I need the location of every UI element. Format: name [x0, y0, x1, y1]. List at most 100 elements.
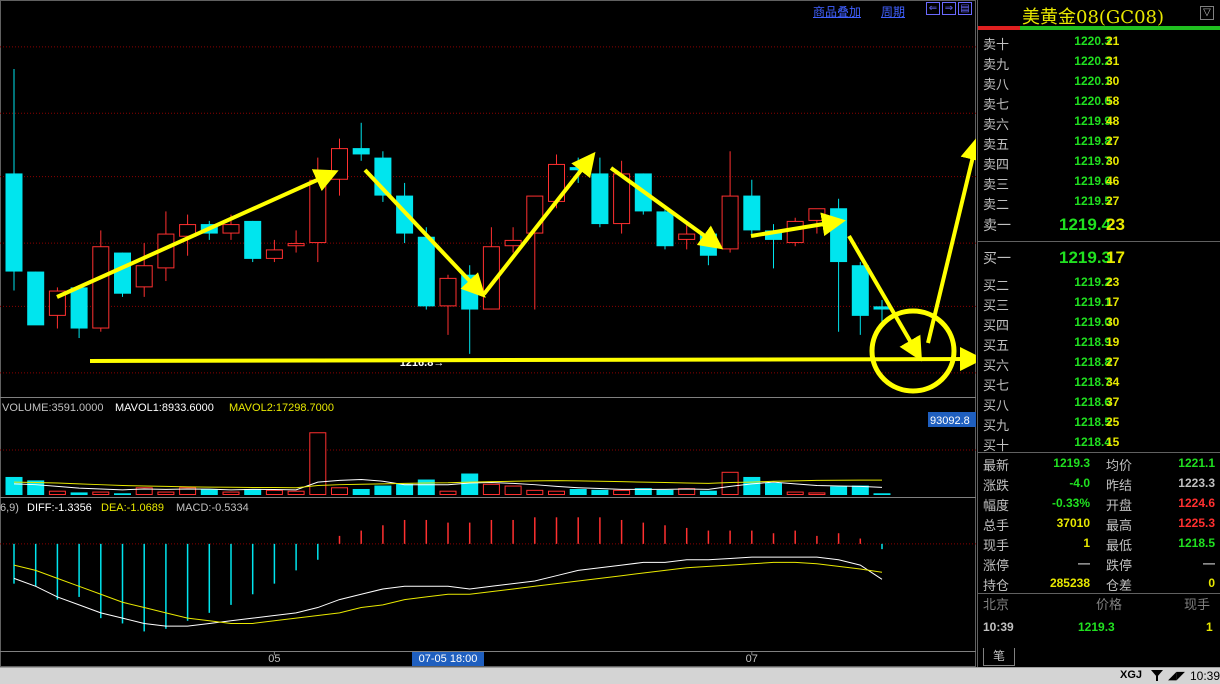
- candle-body: [439, 277, 457, 307]
- stat-value: 285238: [1049, 576, 1090, 590]
- status-bar: XGJ ◢◤ 10:39: [0, 667, 1220, 684]
- bid-level-row-qty: 30: [1106, 315, 1120, 329]
- stat-value: 1225.3: [1178, 516, 1215, 530]
- stat-label: 涨跌: [983, 478, 1010, 493]
- volume-bar: [808, 492, 826, 496]
- dea-label: DEA:-1.0689: [101, 502, 164, 514]
- volume-bar: [656, 489, 674, 495]
- stat-value: -0.33%: [1051, 496, 1090, 510]
- clock: 10:39: [1190, 669, 1220, 683]
- candle-body: [222, 224, 240, 234]
- bid-level-row-label: 买七: [983, 378, 1010, 393]
- period-link[interactable]: 周期: [881, 3, 905, 20]
- stat-label: 最新: [983, 458, 1010, 473]
- x-tick-label: 07: [746, 653, 758, 665]
- trading-window: 1216.8→ VOLUME:3591.0000 MAVOL1:8933.6000…: [0, 0, 1220, 684]
- stat-value: 1224.6: [1178, 496, 1215, 510]
- volume-bar: [114, 493, 131, 495]
- volume-bar: [439, 490, 457, 496]
- ask-level-row-qty: 21: [1106, 34, 1120, 48]
- stat-value: —: [1078, 556, 1090, 570]
- ask-level-row-label: 卖八: [983, 77, 1010, 92]
- stat-label: 持仓: [983, 578, 1010, 593]
- x-tick-label: 05: [268, 653, 280, 665]
- volume-label: VOLUME:3591.0000: [2, 402, 104, 414]
- stat-value: 1223.3: [1178, 476, 1215, 490]
- bid-level-row-qty: 37: [1106, 395, 1120, 409]
- tick-qty: 1: [1206, 620, 1213, 634]
- candle-body: [265, 249, 283, 259]
- volume-bar: [699, 490, 717, 495]
- ask-level-row-label: 卖四: [983, 157, 1010, 172]
- stat-label: 仓差: [1106, 578, 1133, 593]
- annotation-arrow: [56, 169, 339, 299]
- mavol2-label: MAVOL2:17298.7000: [229, 402, 334, 414]
- tick-price: 1219.3: [1078, 620, 1115, 634]
- volume-bar: [482, 483, 500, 495]
- network-icon: ◢◤: [1168, 670, 1185, 682]
- bid-level-row-price: 1219.3: [1059, 248, 1111, 267]
- volume-max-label: 93092.8: [930, 415, 970, 427]
- nav-left-button[interactable]: ⇐: [926, 2, 940, 15]
- bid-level-row-qty: 19: [1106, 335, 1120, 349]
- ask-level-row-qty: 48: [1106, 114, 1120, 128]
- volume-bar: [417, 479, 435, 495]
- tab-ticks[interactable]: 笔: [983, 648, 1015, 666]
- volume-bar: [786, 491, 804, 495]
- stat-label: 涨停: [983, 558, 1010, 573]
- stat-label: 均价: [1106, 458, 1133, 473]
- bid-level-row-qty: 25: [1106, 415, 1120, 429]
- bid-level-row-label: 买八: [983, 398, 1010, 413]
- bid-level-row-label: 买一: [983, 250, 1011, 266]
- nav-menu-button[interactable]: ▤: [958, 2, 972, 15]
- bid-level-row-label: 买三: [983, 298, 1010, 313]
- chart-frame: [0, 0, 976, 667]
- candle-body: [743, 195, 761, 231]
- tick-time: 10:39: [983, 620, 1014, 634]
- candle-body: [851, 265, 869, 316]
- volume-bar: [569, 488, 587, 495]
- stat-label: 跌停: [1106, 558, 1133, 573]
- quote-title-bar: 美黄金08(GC08) ▽: [978, 0, 1220, 28]
- dropdown-icon[interactable]: ▽: [1200, 6, 1214, 20]
- candle-body: [309, 179, 327, 244]
- nav-right-button[interactable]: ⇒: [942, 2, 956, 15]
- volume-bar: [873, 493, 891, 495]
- overlay-commodity-link[interactable]: 商品叠加: [813, 3, 861, 20]
- candle-body: [287, 243, 305, 247]
- candle-body: [417, 236, 435, 307]
- volume-bar: [743, 476, 761, 495]
- annotation-arrow: [89, 347, 976, 372]
- candle-body: [504, 239, 522, 247]
- annotation-arrow: [926, 136, 976, 344]
- candle-body: [591, 173, 609, 225]
- candle-body: [70, 287, 88, 329]
- volume-bar: [591, 489, 609, 495]
- volume-bar: [374, 485, 392, 495]
- diff-label: DIFF:-1.3356: [27, 502, 92, 514]
- volume-bar: [352, 488, 370, 495]
- ask-level-row-label: 卖七: [983, 97, 1010, 112]
- tick-header-place: 北京: [983, 597, 1010, 612]
- volume-bar: [48, 490, 66, 496]
- stat-value: 1221.1: [1178, 456, 1215, 470]
- x-tick-label: 07-05 18:00: [419, 653, 478, 665]
- ask-level-row-label: 卖一: [983, 217, 1011, 233]
- bid-level-row-label: 买六: [983, 358, 1010, 373]
- ask-level-row-qty: 30: [1106, 154, 1120, 168]
- volume-bar: [92, 491, 110, 495]
- orderbook-divider: [978, 241, 1220, 242]
- tick-header-qty: 现手: [1184, 597, 1211, 612]
- stat-label: 总手: [983, 518, 1010, 533]
- ask-level-row-price: 1219.4: [1059, 215, 1111, 234]
- stat-value: —: [1203, 556, 1215, 570]
- ask-level-row-label: 卖二: [983, 197, 1010, 212]
- volume-bar: [222, 491, 240, 495]
- candle-body: [352, 148, 370, 155]
- ask-level-row-qty: 30: [1106, 74, 1120, 88]
- volume-bar: [200, 488, 218, 495]
- stat-value: 0: [1208, 576, 1215, 590]
- candle-body: [244, 220, 262, 259]
- candle-body: [5, 173, 23, 272]
- volume-bar: [830, 486, 848, 495]
